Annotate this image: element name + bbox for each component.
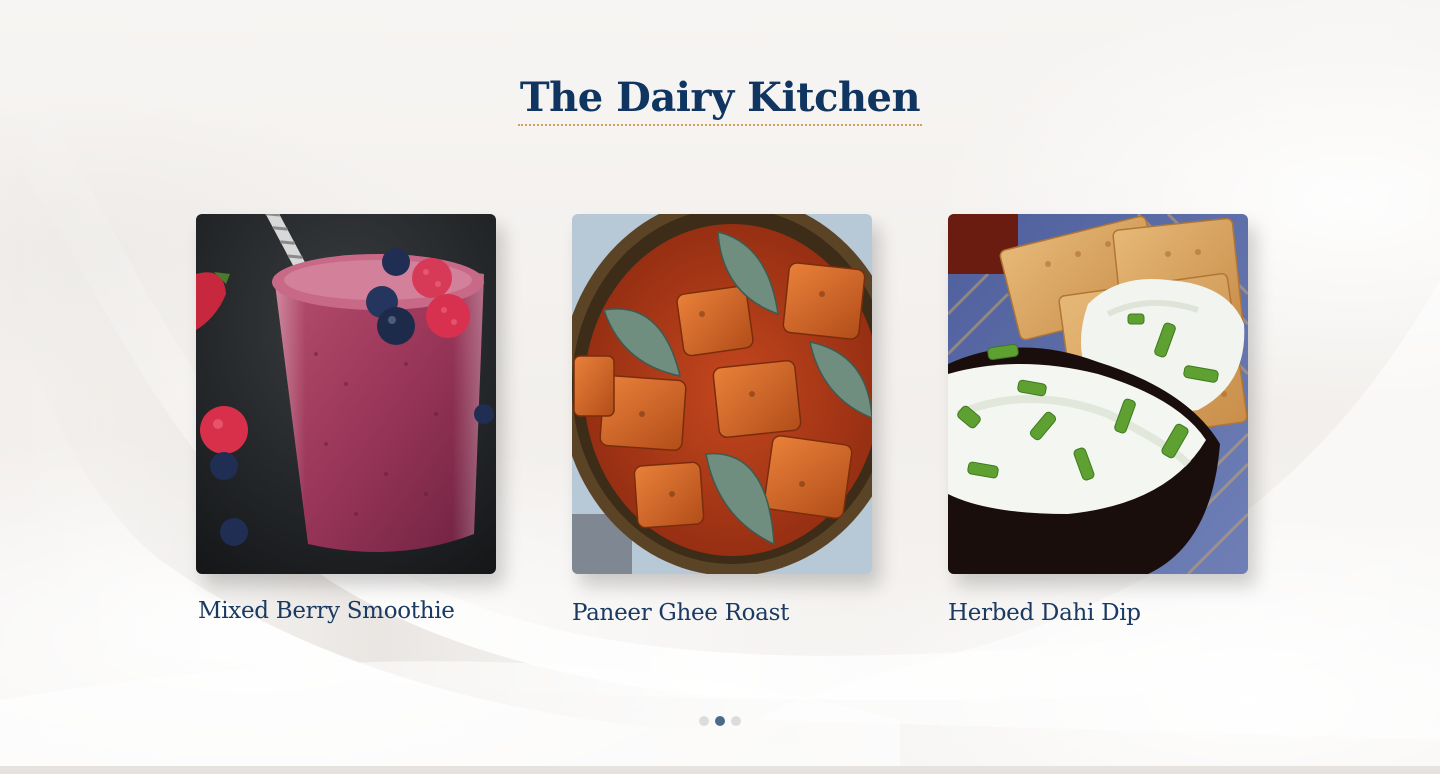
footer-divider (0, 766, 1440, 774)
carousel-pagination (699, 716, 741, 726)
carousel-dot-1[interactable] (699, 716, 709, 726)
recipe-card-herbed-dahi-dip[interactable]: Herbed Dahi Dip (948, 214, 1248, 626)
recipe-card-mixed-berry-smoothie[interactable]: Mixed Berry Smoothie (196, 214, 496, 624)
recipe-card-paneer-ghee-roast[interactable]: Paneer Ghee Roast (572, 214, 872, 626)
carousel-dot-2[interactable] (715, 716, 725, 726)
recipe-name[interactable]: Paneer Ghee Roast (572, 600, 789, 626)
berry-smoothie-photo[interactable] (196, 214, 496, 574)
carousel-dot-3[interactable] (731, 716, 741, 726)
section-title-text: The Dairy Kitchen (517, 72, 923, 126)
herbed-dahi-dip-photo[interactable] (948, 214, 1248, 574)
paneer-ghee-roast-photo[interactable] (572, 214, 872, 574)
recipe-name[interactable]: Herbed Dahi Dip (948, 600, 1141, 626)
section-title: The Dairy Kitchen (0, 72, 1440, 126)
recipe-name[interactable]: Mixed Berry Smoothie (198, 598, 455, 624)
